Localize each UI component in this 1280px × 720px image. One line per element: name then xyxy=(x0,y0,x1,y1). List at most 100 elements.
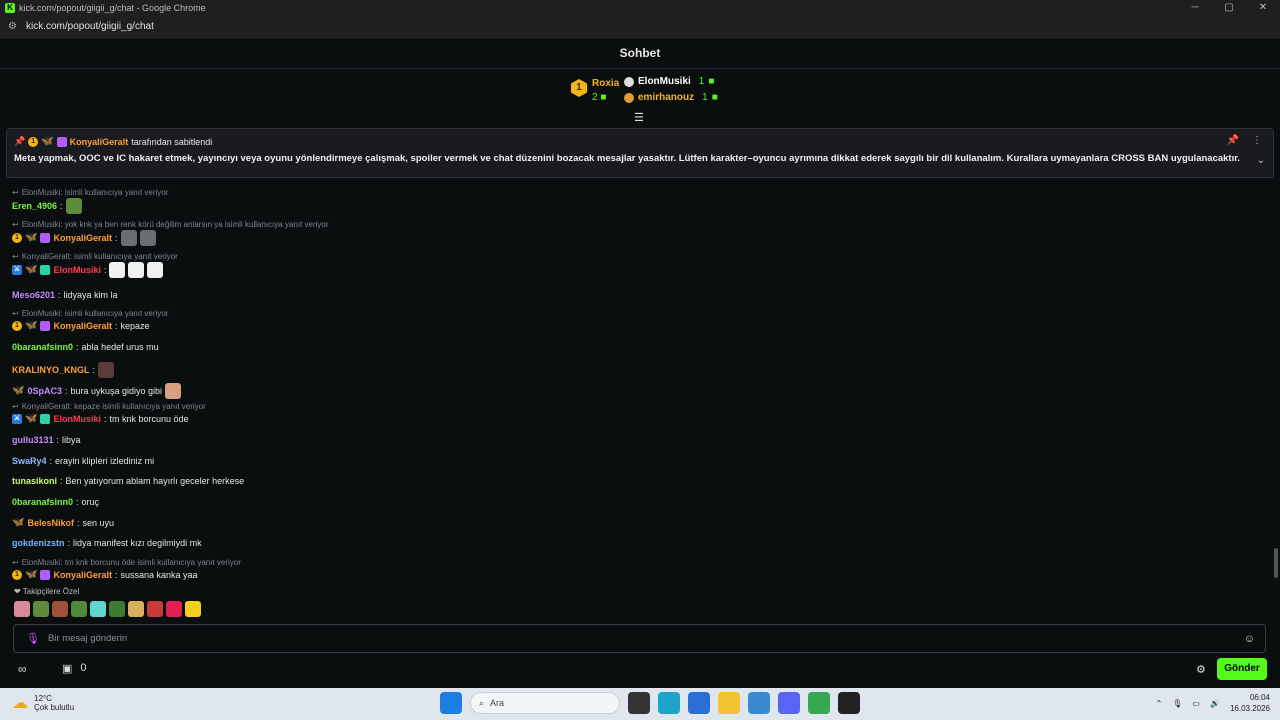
app-icon[interactable] xyxy=(748,692,770,714)
reply-context[interactable]: ↩ KonyaliGeralt: isimli kullanıcıya yanıt… xyxy=(12,252,178,261)
gift-icon: ■ xyxy=(711,92,718,103)
emote-icon[interactable] xyxy=(52,601,68,617)
site-info-icon[interactable]: ⚙ xyxy=(8,21,20,32)
message-text: sussana kanka yaa xyxy=(120,570,198,580)
username[interactable]: ElonMusiki xyxy=(53,414,101,424)
gifter-badge-icon: 1 xyxy=(12,570,22,580)
emoji-icon[interactable]: ☺ xyxy=(1244,633,1255,645)
emote-frog-icon[interactable] xyxy=(109,601,125,617)
network-icon[interactable]: ▭ xyxy=(1192,699,1200,708)
close-button[interactable]: ✕ xyxy=(1246,0,1280,16)
pinned-message: 📌 1 🦋 KonyaliGeralt tarafından sabitlend… xyxy=(6,128,1274,178)
butterfly-badge-icon: 🦋 xyxy=(25,264,38,275)
followers-only-label: ❤ Takipçilere Özel xyxy=(14,587,80,596)
username[interactable]: 0SpAC3 xyxy=(27,386,62,396)
url-text[interactable]: kick.com/popout/giigii_g/chat xyxy=(26,21,154,32)
moderator-badge-icon: ⚔ xyxy=(12,414,22,424)
task-view-icon[interactable] xyxy=(628,692,650,714)
emote-icon[interactable] xyxy=(128,601,144,617)
reply-context[interactable]: ↩ KonyaliGeralt: kepaze isimli kullanıcıy… xyxy=(12,402,206,411)
top-gifter-count: 2 ■ xyxy=(592,92,607,103)
leader-row[interactable]: ElonMusiki 1 ■ xyxy=(624,76,714,87)
chat-message: SwaRy4: erayin klipleri izlediniz mi xyxy=(12,456,155,466)
emote-icon[interactable] xyxy=(14,601,30,617)
chat-message: 🦋 0SpAC3: bura uykuşa gidiyo gibi xyxy=(12,383,182,399)
username[interactable]: KonyaliGeralt xyxy=(53,233,112,243)
emote-icon xyxy=(147,262,164,278)
username[interactable]: SwaRy4 xyxy=(12,456,47,466)
rank-crown-icon: 1 xyxy=(570,79,588,97)
window-controls: ─ ▢ ✕ xyxy=(1178,0,1280,16)
taskbar-search[interactable]: ⌕ Ara xyxy=(470,692,620,714)
reply-context[interactable]: ↩ ElonMusiki: isimli kullanıcıya yanıt ve… xyxy=(12,309,168,318)
address-bar[interactable]: ⚙ kick.com/popout/giigii_g/chat xyxy=(0,16,1280,38)
message-text: erayin klipleri izlediniz mi xyxy=(55,456,155,466)
chrome-icon[interactable] xyxy=(808,692,830,714)
store-icon: ▣ xyxy=(62,663,73,675)
points-icon[interactable]: ∞ xyxy=(18,662,27,676)
chevron-down-icon[interactable]: ⌄ xyxy=(1257,155,1265,166)
discord-icon[interactable] xyxy=(778,692,800,714)
leader-row[interactable]: emirhanouz 1 ■ xyxy=(624,92,718,103)
username[interactable]: gokdenizstn xyxy=(12,538,65,548)
maximize-button[interactable]: ▢ xyxy=(1212,0,1246,16)
moderator-badge-icon: ⚔ xyxy=(12,265,22,275)
username[interactable]: Meso6201 xyxy=(12,290,55,300)
store-button[interactable]: ▣ 0 xyxy=(62,662,87,675)
clock[interactable]: 06:04 16.03.2026 xyxy=(1230,692,1270,714)
weather-widget[interactable]: ☁ 12°C Çok bulutlu xyxy=(12,693,74,713)
reply-icon: ↩ xyxy=(12,252,19,261)
reply-context[interactable]: ↩ ElonMusiki: tm knk borcunu öde isimli k… xyxy=(12,558,241,567)
pinned-author[interactable]: KonyaliGeralt xyxy=(70,137,129,147)
reply-context[interactable]: ↩ ElonMusiki: isimli kullanıcıya yanıt ve… xyxy=(12,188,168,197)
chat-message: Eren_4906: xyxy=(12,198,82,214)
gift-icon: ■ xyxy=(708,76,715,87)
emote-frog-icon xyxy=(65,198,82,214)
username[interactable]: tunasikoni xyxy=(12,476,57,486)
chat-message: ⚔ 🦋 ElonMusiki: tm knk borcunu öde xyxy=(12,413,189,424)
reply-icon: ↩ xyxy=(12,309,19,318)
leader-name: ElonMusiki xyxy=(638,76,691,87)
chat-message: KRALINYO_KNGL: xyxy=(12,362,115,378)
mic-icon[interactable]: 🎙 xyxy=(1172,699,1182,708)
gift-icon: ■ xyxy=(600,92,607,103)
minimize-button[interactable]: ─ xyxy=(1178,0,1212,16)
emote-face-icon xyxy=(120,230,137,246)
edge-icon[interactable] xyxy=(658,692,680,714)
chat-message: 🦋 BelesNikof: sen uyu xyxy=(12,517,115,529)
emote-frog-icon[interactable] xyxy=(33,601,49,617)
sub-badge-icon xyxy=(40,265,51,275)
chevron-up-icon[interactable]: ⌃ xyxy=(1156,699,1163,708)
emote-icon[interactable] xyxy=(90,601,106,617)
username[interactable]: Eren_4906 xyxy=(12,201,57,211)
mic-icon[interactable]: 🎙 xyxy=(26,632,40,645)
heart-icon: ❤ xyxy=(14,587,21,596)
more-options-icon[interactable]: ⋮ xyxy=(1252,135,1262,146)
message-input[interactable] xyxy=(47,633,1244,644)
filter-icon[interactable]: ☰ xyxy=(634,111,644,124)
username[interactable]: gullu3131 xyxy=(12,435,54,445)
reply-context[interactable]: ↩ ElonMusiki: yok knk ya ben renk körü de… xyxy=(12,220,329,229)
unpin-icon[interactable]: 📌 xyxy=(1227,135,1239,146)
store-app-icon[interactable] xyxy=(688,692,710,714)
scrollbar[interactable] xyxy=(1274,548,1278,578)
emote-icon[interactable] xyxy=(166,601,182,617)
username[interactable]: KRALINYO_KNGL xyxy=(12,365,90,375)
gear-icon[interactable]: ⚙ xyxy=(1196,663,1206,676)
window-title: kick.com/popout/giigii_g/chat - Google C… xyxy=(19,3,206,13)
username[interactable]: BelesNikof xyxy=(27,518,74,528)
emote-frog-icon[interactable] xyxy=(71,601,87,617)
top-gifter-name[interactable]: Roxia xyxy=(592,78,619,89)
username[interactable]: 0baranafsinn0 xyxy=(12,497,73,507)
send-button[interactable]: Gönder xyxy=(1217,658,1267,680)
app-icon[interactable] xyxy=(838,692,860,714)
file-explorer-icon[interactable] xyxy=(718,692,740,714)
emote-mask-icon[interactable] xyxy=(147,601,163,617)
windows-start-icon[interactable] xyxy=(440,692,462,714)
emote-icon[interactable] xyxy=(185,601,201,617)
username[interactable]: ElonMusiki xyxy=(53,265,101,275)
username[interactable]: KonyaliGeralt xyxy=(53,570,112,580)
username[interactable]: 0baranafsinn0 xyxy=(12,342,73,352)
volume-icon[interactable]: 🔊 xyxy=(1210,699,1220,708)
username[interactable]: KonyaliGeralt xyxy=(53,321,112,331)
